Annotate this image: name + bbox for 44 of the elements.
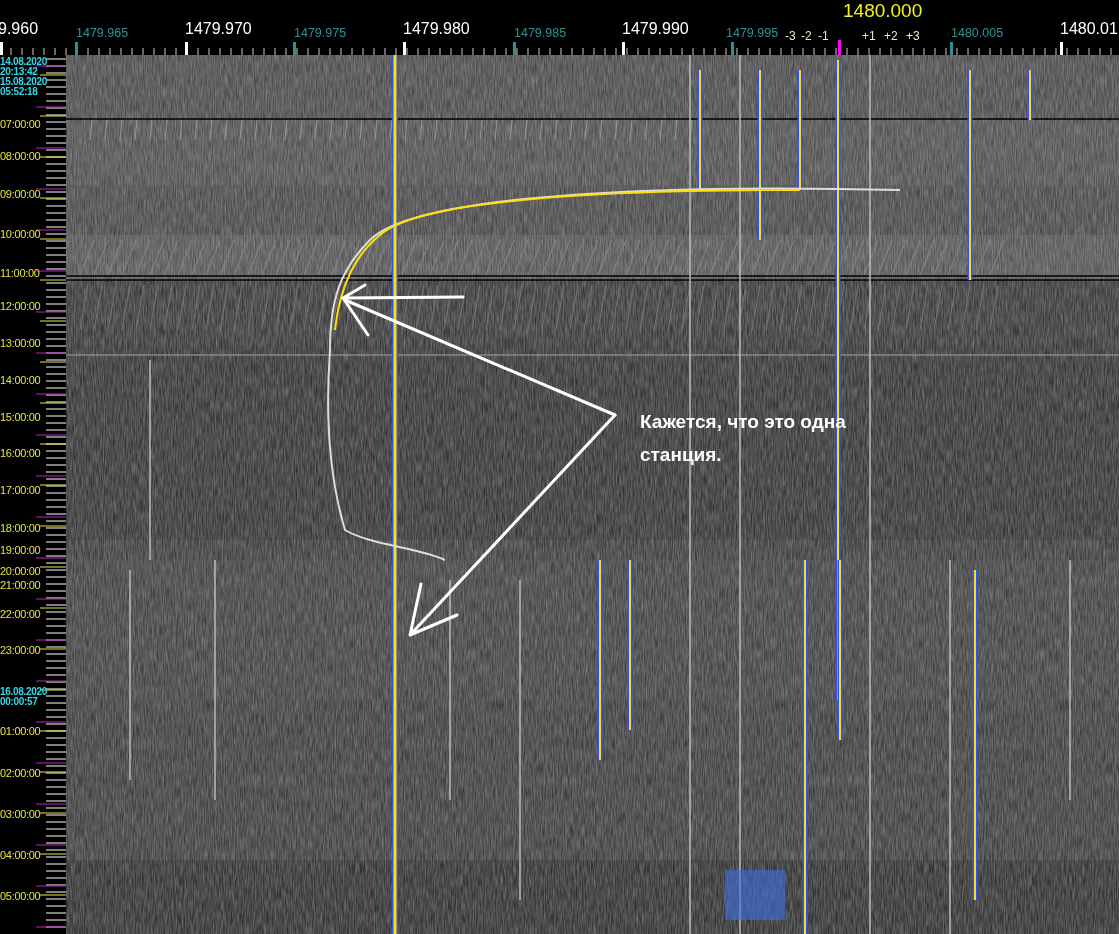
time-label: 01:00:00 [0, 726, 41, 737]
frequency-label: 1479.965 [76, 25, 129, 42]
time-label: 17:00:00 [0, 485, 41, 496]
time-label: 03:00:00 [0, 809, 41, 820]
frequency-label: 1479.995 [726, 25, 779, 42]
time-label: 16:00:00 [0, 448, 41, 459]
time-label: 08:00:00 [0, 151, 41, 162]
time-label: 15:00:00 [0, 412, 41, 423]
timestamp-label: 15.08.2020 [0, 77, 48, 87]
offset-label: -2 [801, 29, 812, 43]
time-label: 02:00:00 [0, 768, 41, 779]
timestamp-label: 05:52:18 [0, 87, 38, 97]
frequency-label: 1480.01 [1060, 20, 1118, 38]
timestamp-label: 20:13:42 [0, 67, 38, 77]
time-label: 20:00:00 [0, 566, 41, 577]
time-label: 13:00:00 [0, 338, 41, 349]
time-label: 10:00:00 [0, 229, 41, 240]
offset-label: +2 [884, 29, 898, 43]
time-label: 23:00:00 [0, 645, 41, 656]
frequency-label: 1479.970 [185, 20, 252, 38]
time-label: 04:00:00 [0, 850, 41, 861]
offset-label: -1 [818, 29, 829, 43]
frequency-label: 1480.005 [951, 25, 1004, 42]
time-label: 22:00:00 [0, 609, 41, 620]
time-label: 09:00:00 [0, 189, 41, 200]
offset-label: +1 [862, 29, 876, 43]
time-label: 07:00:00 [0, 119, 41, 130]
time-label: 21:00:00 [0, 580, 41, 591]
time-label: 19:00:00 [0, 545, 41, 556]
time-label: 05:00:00 [0, 891, 41, 902]
offset-label: +3 [906, 29, 920, 43]
frequency-label: 1479.985 [514, 25, 567, 42]
frequency-label: 1479.990 [622, 20, 689, 38]
timestamp-label: 14.08.2020 [0, 57, 48, 67]
time-label: 14:00:00 [0, 375, 41, 386]
time-label: 11:00:00 [0, 268, 40, 279]
timestamp-label: 00:00:57 [0, 697, 38, 707]
frequency-label: 1479.975 [294, 25, 347, 42]
frequency-label: 1479.980 [403, 20, 470, 38]
time-label: 12:00:00 [0, 301, 41, 312]
time-label: 18:00:00 [0, 523, 41, 534]
offset-label: -3 [785, 29, 796, 43]
timestamp-label: 16.08.2020 [0, 687, 48, 697]
center-frequency-label: 1480.000 [843, 0, 923, 22]
